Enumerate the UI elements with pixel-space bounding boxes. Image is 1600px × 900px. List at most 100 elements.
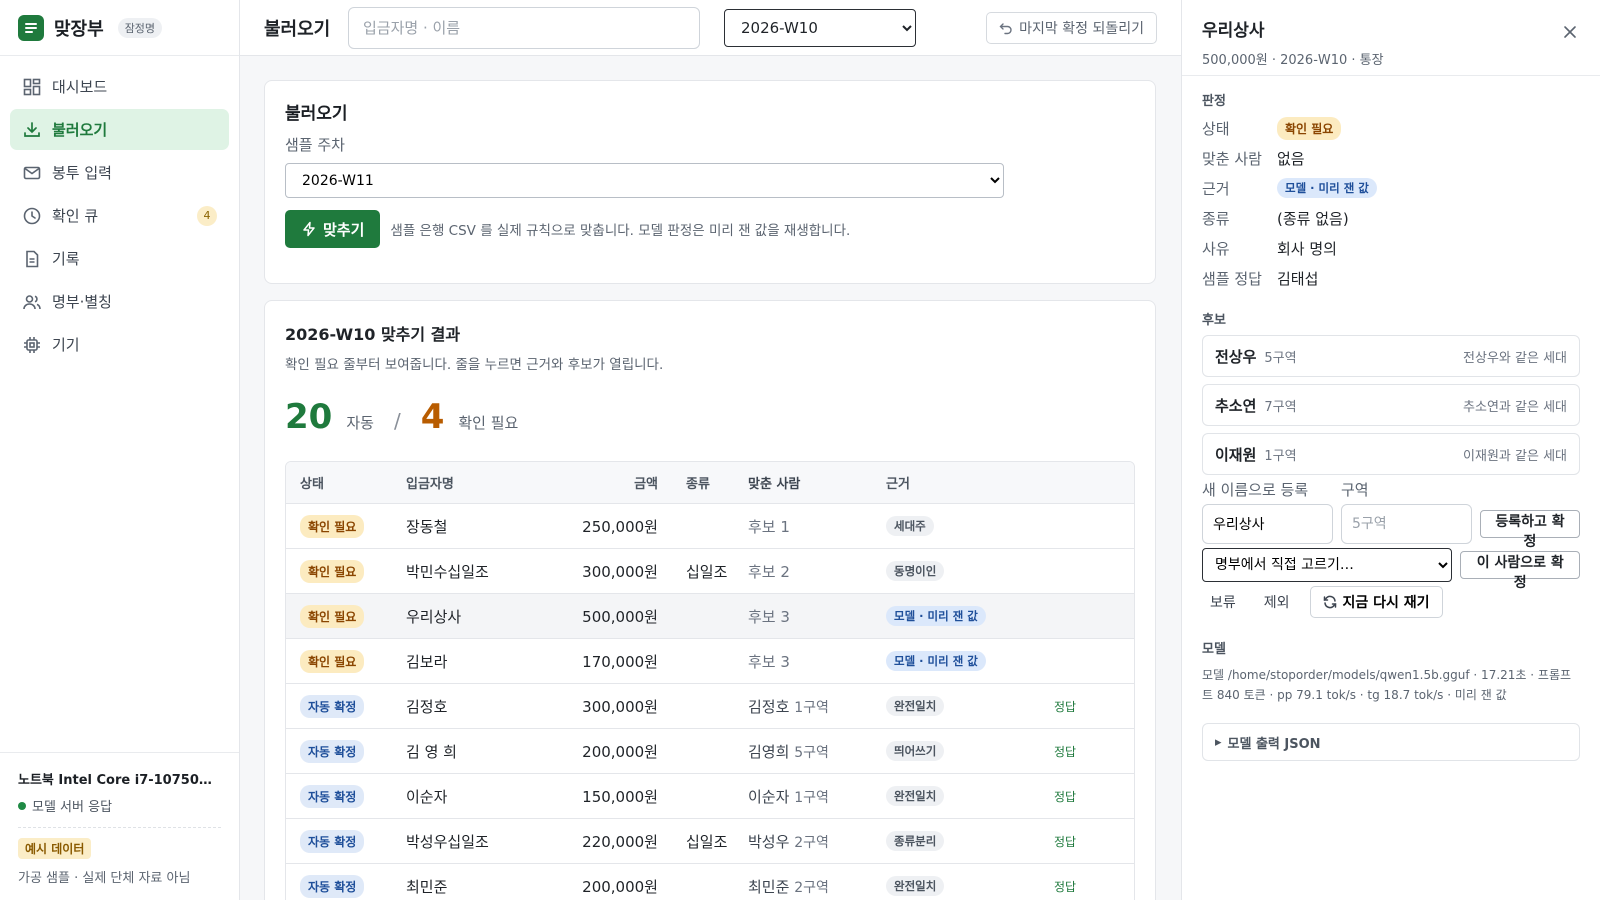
table-row[interactable]: 확인 필요 박민수십일조 300,000원 십일조 후보 2 동명이인 (286, 549, 1134, 594)
retry-now-button[interactable]: 지금 다시 재기 (1309, 586, 1443, 618)
answer-cell: 정답 (1054, 744, 1077, 759)
field-value: (종류 없음) (1277, 209, 1349, 228)
main-content: 불러오기 샘플 주차 2026-W11 맞추기 샘플 은행 CSV 를 실제 규… (240, 56, 1181, 900)
sample-data-note: 가공 샘플 · 실제 단체 자료 아님 (18, 871, 191, 886)
sidebar-item-dashboard[interactable]: 대시보드 (10, 66, 229, 107)
answer-cell: 정답 (1054, 879, 1077, 894)
new-name-input[interactable] (1202, 504, 1333, 544)
basis-badge: 모델 · 미리 잰 값 (1277, 178, 1377, 198)
topbar: 불러오기 2026-W10 마지막 확정 되돌리기 (240, 0, 1181, 56)
brand: 맞장부 잠정명 (0, 0, 239, 56)
col-kind[interactable]: 종류 (658, 473, 748, 492)
match-cell: 후보 2 (748, 561, 886, 582)
basis-cell: 모델 · 미리 잰 값 (886, 606, 1054, 626)
register-confirm-button[interactable]: 등록하고 확정 (1480, 510, 1580, 550)
col-amount[interactable]: 금액 (546, 473, 658, 492)
field-value: 김태섭 (1277, 269, 1319, 288)
field-label: 맞춘 사람 (1202, 149, 1262, 168)
auto-count: 20 (285, 397, 333, 437)
sidebar-item-envelope-input[interactable]: 봉투 입력 (10, 152, 229, 193)
roster-select[interactable]: 명부에서 직접 고르기… (1202, 548, 1453, 582)
table-row[interactable]: 자동 확정 이순자 150,000원 이순자 1구역 완전일치 정답 (286, 774, 1134, 819)
match-zone: 1구역 (794, 699, 829, 716)
sidebar-item-label: 기기 (52, 336, 80, 354)
table-row[interactable]: 확인 필요 김보라 170,000원 후보 3 모델 · 미리 잰 값 (286, 639, 1134, 684)
field-label: 근거 (1202, 179, 1230, 198)
sidebar-item-label: 대시보드 (52, 78, 108, 96)
col-basis[interactable]: 근거 (886, 473, 1054, 492)
table-row[interactable]: 확인 필요 장동철 250,000원 후보 1 세대주 (286, 504, 1134, 549)
match-name: 후보 3 (748, 607, 790, 626)
amount-cell: 220,000원 (582, 832, 658, 851)
candidate-item[interactable]: 추소연 7구역 추소연과 같은 세대 (1202, 384, 1580, 426)
page-title: 불러오기 (264, 18, 331, 40)
basis-tag: 세대주 (886, 516, 934, 536)
review-count: 4 (420, 397, 445, 437)
undo-icon (999, 22, 1012, 34)
amount-cell: 200,000원 (582, 742, 658, 761)
name-cell: 우리상사 (406, 607, 462, 626)
basis-cell: 종류분리 (886, 831, 1054, 851)
status-cell: 자동 확정 (286, 694, 406, 718)
table-row[interactable]: 확인 필요 우리상사 500,000원 후보 3 모델 · 미리 잰 값 (286, 594, 1134, 639)
candidate-note: 이재원과 같은 세대 (1463, 448, 1567, 464)
basis-tag: 모델 · 미리 잰 값 (886, 606, 986, 626)
col-name[interactable]: 입금자명 (406, 473, 546, 492)
amount-cell: 170,000원 (582, 652, 658, 671)
candidate-name: 추소연 (1215, 396, 1257, 415)
register-row: 등록하고 확정 (1202, 504, 1580, 550)
panel-title: 우리상사 (1202, 21, 1265, 41)
candidate-item[interactable]: 이재원 1구역 이재원과 같은 세대 (1202, 433, 1580, 475)
app-logo-icon[interactable] (18, 14, 44, 41)
status-cell: 자동 확정 (286, 739, 406, 763)
status-badge: 확인 필요 (300, 604, 365, 628)
sidebar-item-review-queue[interactable]: 확인 큐 4 (10, 195, 229, 236)
detail-panel: 우리상사 500,000원 · 2026-W10 · 통장 판정 상태 확인 필… (1181, 0, 1600, 900)
status-cell: 자동 확정 (286, 829, 406, 853)
chip-icon (24, 336, 40, 353)
close-icon[interactable] (1560, 22, 1580, 42)
hold-button[interactable]: 보류 (1202, 592, 1244, 612)
amount-cell: 300,000원 (582, 697, 658, 716)
field-basis: 근거 모델 · 미리 잰 값 (1202, 173, 1580, 203)
match-name: 박성우 (748, 832, 790, 851)
col-status[interactable]: 상태 (286, 473, 406, 492)
status-badge: 자동 확정 (300, 784, 365, 808)
table-row[interactable]: 자동 확정 김 영 희 200,000원 김영희 5구역 띄어쓰기 정답 (286, 729, 1134, 774)
field-value: 회사 명의 (1277, 239, 1337, 258)
retry-label: 지금 다시 재기 (1342, 595, 1430, 611)
sidebar-nav: 대시보드 불러오기 봉투 입력 확인 큐 4 기록 명부·별칭 기기 (0, 56, 239, 377)
exclude-button[interactable]: 제외 (1256, 592, 1298, 612)
match-run-button[interactable]: 맞추기 (285, 210, 381, 248)
match-zone: 5구역 (794, 744, 829, 761)
model-json-toggle[interactable]: ▸ 모델 출력 JSON (1202, 723, 1580, 761)
sidebar-item-label: 불러오기 (52, 121, 108, 139)
sidebar-item-devices[interactable]: 기기 (10, 324, 229, 365)
basis-cell: 띄어쓰기 (886, 741, 1054, 761)
divider (18, 827, 221, 828)
match-cell: 후보 3 (748, 606, 886, 627)
panel-header: 우리상사 500,000원 · 2026-W10 · 통장 (1182, 0, 1600, 76)
sidebar-item-records[interactable]: 기록 (10, 238, 229, 279)
model-info: 모델 /home/stoporder/models/qwen1.5b.gguf … (1202, 668, 1572, 702)
undo-last-confirm-button[interactable]: 마지막 확정 되돌리기 (986, 11, 1157, 44)
zone-label: 구역 (1341, 481, 1369, 499)
sidebar-item-roster-aliases[interactable]: 명부·별칭 (10, 281, 229, 322)
sample-week-select[interactable]: 2026-W11 (285, 163, 1004, 198)
zone-input[interactable] (1341, 504, 1472, 544)
table-row[interactable]: 자동 확정 김정호 300,000원 김정호 1구역 완전일치 정답 (286, 684, 1134, 729)
sidebar-item-import[interactable]: 불러오기 (10, 109, 229, 150)
candidate-item[interactable]: 전상우 5구역 전상우와 같은 세대 (1202, 335, 1580, 377)
answer-cell: 정답 (1054, 699, 1077, 714)
table-row[interactable]: 자동 확정 최민준 200,000원 최민준 2구역 완전일치 정답 (286, 864, 1134, 900)
match-name: 최민준 (748, 877, 790, 896)
match-cell: 김정호 1구역 (748, 696, 886, 717)
amount-cell: 300,000원 (582, 562, 658, 581)
confirm-person-button[interactable]: 이 사람으로 확정 (1460, 551, 1580, 591)
col-match[interactable]: 맞춘 사람 (748, 473, 886, 492)
basis-tag: 완전일치 (886, 786, 945, 806)
week-select[interactable]: 2026-W10 (724, 8, 916, 47)
search-input[interactable] (348, 6, 700, 49)
status-cell: 자동 확정 (286, 874, 406, 898)
table-row[interactable]: 자동 확정 박성우십일조 220,000원 십일조 박성우 2구역 종류분리 정답 (286, 819, 1134, 864)
